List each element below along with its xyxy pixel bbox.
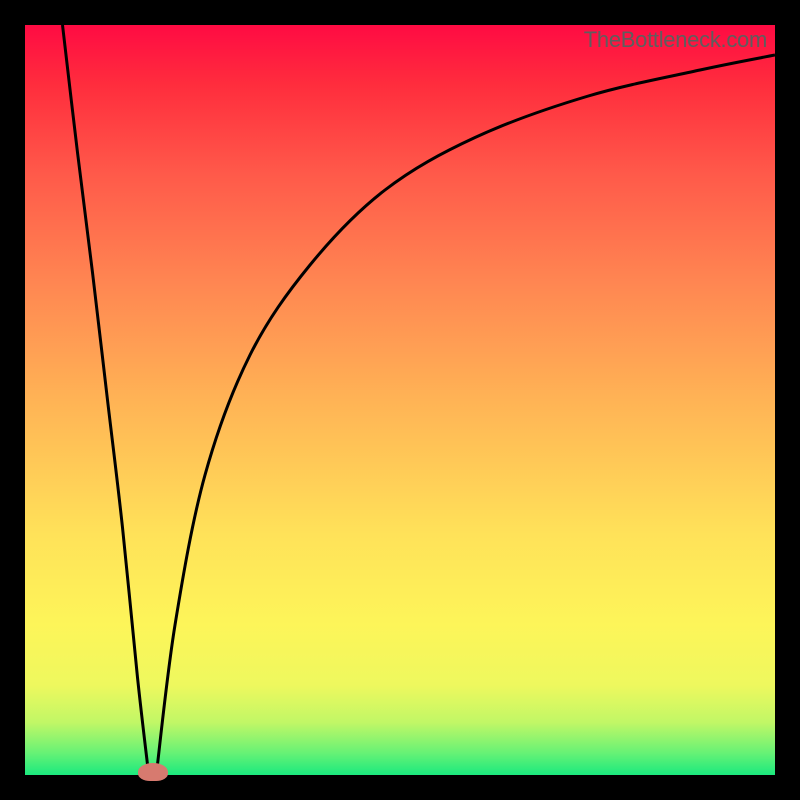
minimum-marker-blob xyxy=(138,763,168,781)
curve-right-branch xyxy=(156,55,775,775)
plot-area: TheBottleneck.com xyxy=(25,25,775,775)
watermark-text: TheBottleneck.com xyxy=(584,27,767,53)
bottleneck-curve xyxy=(25,25,775,775)
chart-frame: TheBottleneck.com xyxy=(0,0,800,800)
curve-left-branch xyxy=(63,25,149,775)
